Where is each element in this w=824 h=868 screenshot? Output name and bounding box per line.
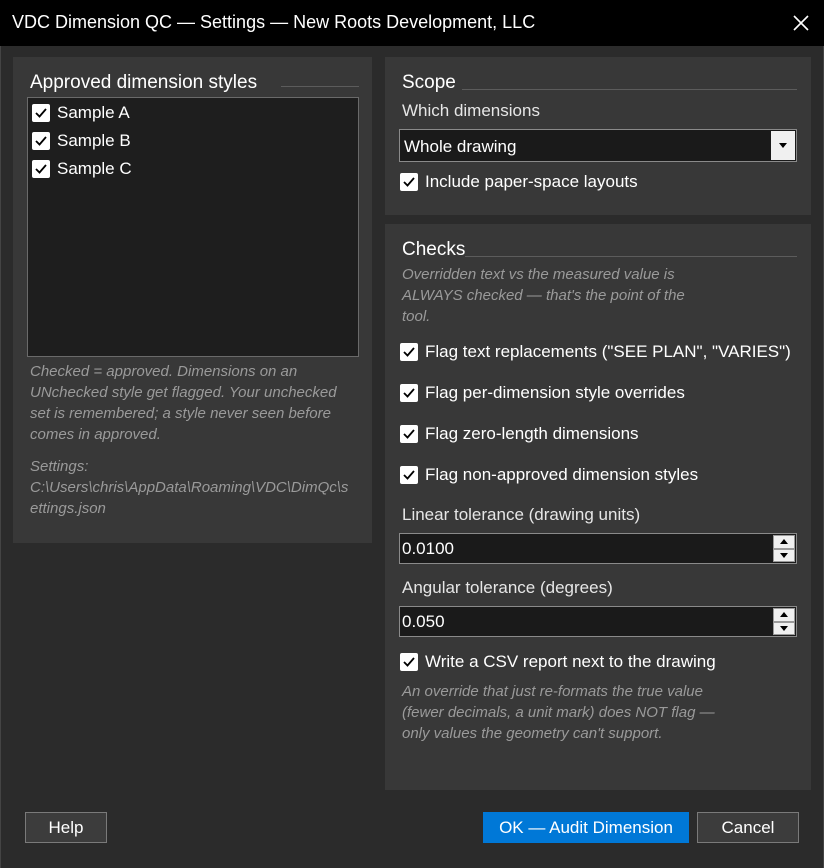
checkbox[interactable]	[400, 173, 418, 191]
which-dimensions-value: Whole drawing	[404, 137, 517, 156]
checks-note-rest: checked — that's the point of the	[462, 287, 685, 304]
checks-divider	[465, 256, 797, 257]
checks-title: Checks	[402, 239, 466, 260]
checks-note-line1: Overridden text vs the measured value is	[402, 266, 675, 283]
angular-tolerance-label: Angular tolerance (degrees)	[402, 578, 613, 597]
dropdown-button[interactable]	[771, 131, 795, 160]
checkmark-icon	[403, 347, 415, 357]
window-title: VDC Dimension QC — Settings — New Roots …	[12, 12, 536, 32]
list-item-label: Sample A	[57, 103, 130, 122]
checkmark-icon	[403, 429, 415, 439]
checkmark-icon	[35, 164, 47, 174]
decrement-button[interactable]	[773, 621, 795, 635]
ok-audit-button[interactable]: OK — Audit Dimension	[483, 812, 689, 843]
angular-tolerance-input[interactable]	[400, 607, 770, 636]
flag-style-overrides-checkbox[interactable]: Flag per-dimension style overrides	[400, 383, 685, 403]
write-csv-checkbox[interactable]: Write a CSV report next to the drawing	[400, 652, 716, 672]
checkmark-icon	[403, 657, 415, 667]
checkbox[interactable]	[400, 384, 418, 402]
help-button[interactable]: Help	[25, 812, 107, 843]
angular-tolerance-stepper[interactable]	[399, 606, 797, 637]
list-item[interactable]: Sample A	[32, 101, 130, 125]
flag-text-replacements-label: Flag text replacements ("SEE PLAN", "VAR…	[425, 342, 791, 361]
flag-style-overrides-label: Flag per-dimension style overrides	[425, 383, 685, 402]
which-dimensions-label: Which dimensions	[402, 101, 540, 120]
linear-tolerance-spin-buttons	[773, 535, 795, 562]
approved-styles-title: Approved dimension styles	[30, 72, 258, 93]
increment-button[interactable]	[773, 608, 795, 622]
checks-note-emphasis: ALWAYS	[402, 287, 463, 304]
linear-tolerance-stepper[interactable]	[399, 533, 797, 564]
list-item-label: Sample C	[57, 159, 132, 178]
checkmark-icon	[403, 388, 415, 398]
chevron-up-icon	[780, 539, 788, 545]
checkbox[interactable]	[400, 466, 418, 484]
checks-note-line2: ALWAYS checked — that's the point of the	[402, 285, 722, 306]
checkbox-sample-b[interactable]	[32, 132, 50, 150]
approved-styles-note: Checked = approved. Dimensions on an UNc…	[30, 363, 337, 443]
linear-tolerance-input[interactable]	[400, 534, 770, 563]
increment-button[interactable]	[773, 535, 795, 549]
flag-zero-length-label: Flag zero-length dimensions	[425, 424, 639, 443]
chevron-down-icon	[779, 143, 787, 148]
flag-non-approved-checkbox[interactable]: Flag non-approved dimension styles	[400, 465, 698, 485]
chevron-down-icon	[780, 552, 788, 558]
flag-text-replacements-checkbox[interactable]: Flag text replacements ("SEE PLAN", "VAR…	[400, 342, 791, 362]
approved-styles-divider	[281, 86, 359, 87]
scope-title: Scope	[402, 72, 456, 93]
checkmark-icon	[35, 108, 47, 118]
chevron-down-icon	[780, 625, 788, 631]
list-item[interactable]: Sample B	[32, 129, 131, 153]
checks-note: Overridden text vs the measured value is…	[402, 264, 722, 327]
list-item-label: Sample B	[57, 131, 131, 150]
flag-non-approved-label: Flag non-approved dimension styles	[425, 465, 699, 484]
settings-label: Settings:	[30, 458, 89, 475]
checks-footer-note: An override that just re-formats the tru…	[402, 683, 715, 742]
scope-divider	[462, 89, 797, 90]
checkbox-sample-c[interactable]	[32, 160, 50, 178]
checkmark-icon	[35, 136, 47, 146]
close-icon	[793, 15, 809, 31]
include-paper-space-label: Include paper-space layouts	[425, 172, 638, 191]
write-csv-label: Write a CSV report next to the drawing	[425, 652, 716, 671]
cancel-button[interactable]: Cancel	[697, 812, 799, 843]
checkmark-icon	[403, 470, 415, 480]
flag-zero-length-checkbox[interactable]: Flag zero-length dimensions	[400, 424, 639, 444]
checkbox-sample-a[interactable]	[32, 104, 50, 122]
checkmark-icon	[403, 177, 415, 187]
list-item[interactable]: Sample C	[32, 157, 132, 181]
checks-note-line3: tool.	[402, 308, 431, 325]
decrement-button[interactable]	[773, 548, 795, 562]
checkbox[interactable]	[400, 343, 418, 361]
chevron-up-icon	[780, 612, 788, 618]
include-paper-space-checkbox[interactable]: Include paper-space layouts	[400, 172, 638, 192]
checkbox[interactable]	[400, 425, 418, 443]
approved-styles-list[interactable]: Sample A Sample B Sample C	[27, 97, 359, 357]
linear-tolerance-label: Linear tolerance (drawing units)	[402, 505, 641, 524]
checkbox[interactable]	[400, 653, 418, 671]
close-button[interactable]	[778, 0, 824, 46]
angular-tolerance-spin-buttons	[773, 608, 795, 635]
which-dimensions-select[interactable]: Whole drawing	[399, 129, 797, 162]
title-bar: VDC Dimension QC — Settings — New Roots …	[0, 0, 824, 46]
settings-path: C:\Users\chris\AppData\Roaming\VDC\DimQc…	[30, 479, 349, 517]
